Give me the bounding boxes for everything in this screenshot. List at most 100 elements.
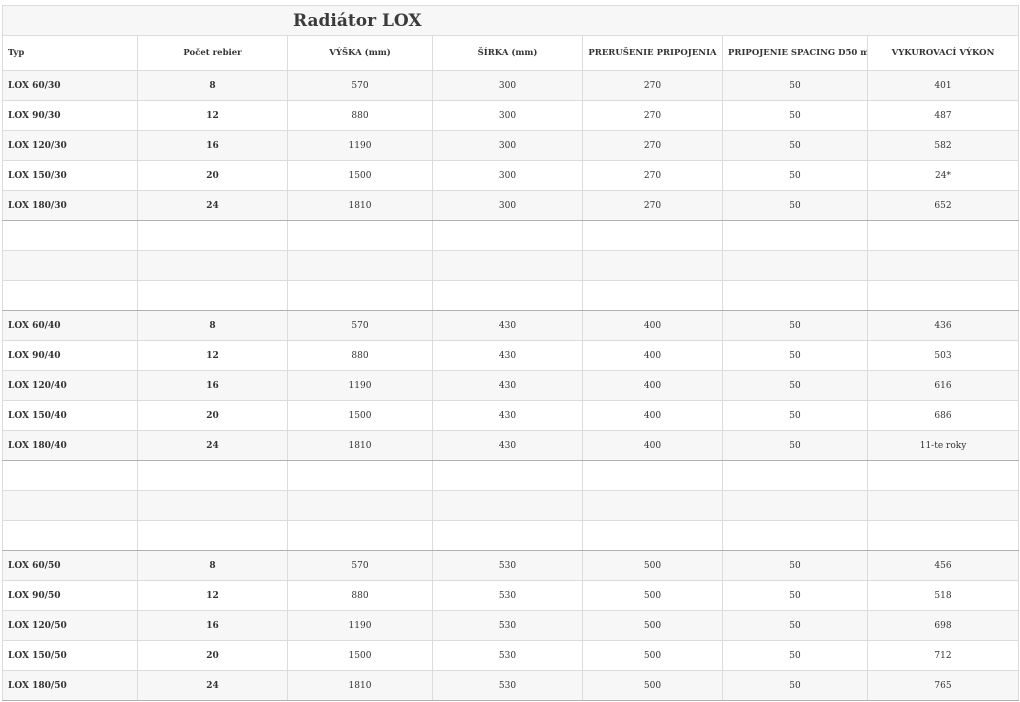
cell-connection-break: 400 (582, 430, 723, 461)
cell-heat-output: 686 (866, 400, 1020, 431)
cell-width: 530 (432, 640, 583, 671)
empty-spacer-row (2, 490, 1020, 521)
cell-connection-break: 400 (582, 400, 723, 431)
column-header-connection-spacing: PRIPOJENIE SPACING D50 mm (722, 35, 868, 71)
cell-connection-spacing: 50 (722, 670, 868, 701)
cell-ribs: 16 (137, 370, 288, 401)
empty-cell (582, 460, 723, 491)
table-title-cell: Radiátor LOX (1, 5, 1020, 36)
cell-connection-spacing: 50 (722, 430, 868, 461)
cell-width: 300 (432, 70, 583, 101)
cell-connection-spacing: 50 (722, 370, 868, 401)
table-row: LOX 150/50 20 1500 530 500 50 712 (2, 640, 1020, 671)
cell-type: LOX 180/30 (2, 190, 138, 221)
cell-connection-break: 400 (582, 340, 723, 371)
cell-width: 300 (432, 130, 583, 161)
cell-width: 530 (432, 550, 583, 581)
cell-height: 1810 (287, 430, 433, 461)
empty-cell (2, 220, 138, 251)
cell-height: 880 (287, 580, 433, 611)
cell-heat-output: 24* (866, 160, 1020, 191)
cell-type: LOX 180/50 (2, 670, 138, 701)
empty-cell (137, 250, 288, 281)
cell-height: 1500 (287, 400, 433, 431)
cell-ribs: 24 (137, 670, 288, 701)
cell-width: 430 (432, 400, 583, 431)
cell-ribs: 12 (137, 580, 288, 611)
cell-connection-break: 270 (582, 130, 723, 161)
cell-connection-spacing: 50 (722, 640, 868, 671)
cell-connection-break: 500 (582, 550, 723, 581)
table-row: LOX 120/30 16 1190 300 270 50 582 (2, 130, 1020, 161)
cell-connection-spacing: 50 (722, 160, 868, 191)
table-row: LOX 180/50 24 1810 530 500 50 765 (2, 670, 1020, 701)
empty-cell (866, 280, 1020, 311)
cell-connection-break: 400 (582, 310, 723, 341)
cell-type: LOX 60/50 (2, 550, 138, 581)
cell-connection-spacing: 50 (722, 340, 868, 371)
cell-connection-break: 500 (582, 610, 723, 641)
cell-type: LOX 90/50 (2, 580, 138, 611)
cell-heat-output: 436 (866, 310, 1020, 341)
cell-connection-break: 500 (582, 670, 723, 701)
table-row: LOX 90/40 12 880 430 400 50 503 (2, 340, 1020, 371)
column-header-type: Typ (2, 35, 138, 71)
cell-ribs: 20 (137, 640, 288, 671)
cell-connection-spacing: 50 (722, 550, 868, 581)
cell-height: 1810 (287, 670, 433, 701)
cell-type: LOX 60/40 (2, 310, 138, 341)
cell-heat-output: 652 (866, 190, 1020, 221)
cell-heat-output: 712 (866, 640, 1020, 671)
cell-type: LOX 150/40 (2, 400, 138, 431)
empty-cell (582, 520, 723, 551)
empty-cell (432, 520, 583, 551)
cell-connection-break: 270 (582, 160, 723, 191)
cell-height: 880 (287, 100, 433, 131)
table-row: LOX 150/30 20 1500 300 270 50 24* (2, 160, 1020, 191)
empty-spacer-row (2, 250, 1020, 281)
empty-spacer-row (2, 520, 1020, 551)
title-row: Radiátor LOX (1, 5, 1020, 36)
column-header-height: VÝŠKA (mm) (287, 35, 433, 71)
cell-width: 430 (432, 310, 583, 341)
cell-type: LOX 180/40 (2, 430, 138, 461)
empty-cell (287, 490, 433, 521)
empty-cell (287, 250, 433, 281)
cell-connection-spacing: 50 (722, 400, 868, 431)
cell-connection-spacing: 50 (722, 100, 868, 131)
cell-ribs: 16 (137, 130, 288, 161)
empty-cell (866, 520, 1020, 551)
table-row: LOX 90/30 12 880 300 270 50 487 (2, 100, 1020, 131)
table-row: LOX 150/40 20 1500 430 400 50 686 (2, 400, 1020, 431)
cell-connection-spacing: 50 (722, 580, 868, 611)
cell-ribs: 20 (137, 160, 288, 191)
cell-width: 430 (432, 370, 583, 401)
empty-cell (866, 460, 1020, 491)
empty-spacer-row (2, 220, 1020, 251)
empty-cell (287, 460, 433, 491)
empty-cell (722, 520, 868, 551)
table-row: LOX 180/40 24 1810 430 400 50 11-te roky (2, 430, 1020, 461)
empty-cell (722, 280, 868, 311)
cell-connection-spacing: 50 (722, 610, 868, 641)
cell-ribs: 24 (137, 190, 288, 221)
cell-ribs: 16 (137, 610, 288, 641)
empty-cell (866, 490, 1020, 521)
empty-cell (137, 460, 288, 491)
empty-cell (722, 490, 868, 521)
empty-cell (2, 250, 138, 281)
empty-cell (287, 280, 433, 311)
cell-height: 1190 (287, 610, 433, 641)
empty-cell (287, 520, 433, 551)
empty-cell (137, 280, 288, 311)
cell-type: LOX 90/30 (2, 100, 138, 131)
empty-cell (432, 280, 583, 311)
table-row: LOX 120/50 16 1190 530 500 50 698 (2, 610, 1020, 641)
column-header-ribs: Počet rebier (137, 35, 288, 71)
cell-width: 530 (432, 580, 583, 611)
cell-connection-break: 500 (582, 580, 723, 611)
cell-heat-output: 616 (866, 370, 1020, 401)
empty-cell (866, 250, 1020, 281)
cell-heat-output: 456 (866, 550, 1020, 581)
empty-spacer-row (2, 460, 1020, 491)
